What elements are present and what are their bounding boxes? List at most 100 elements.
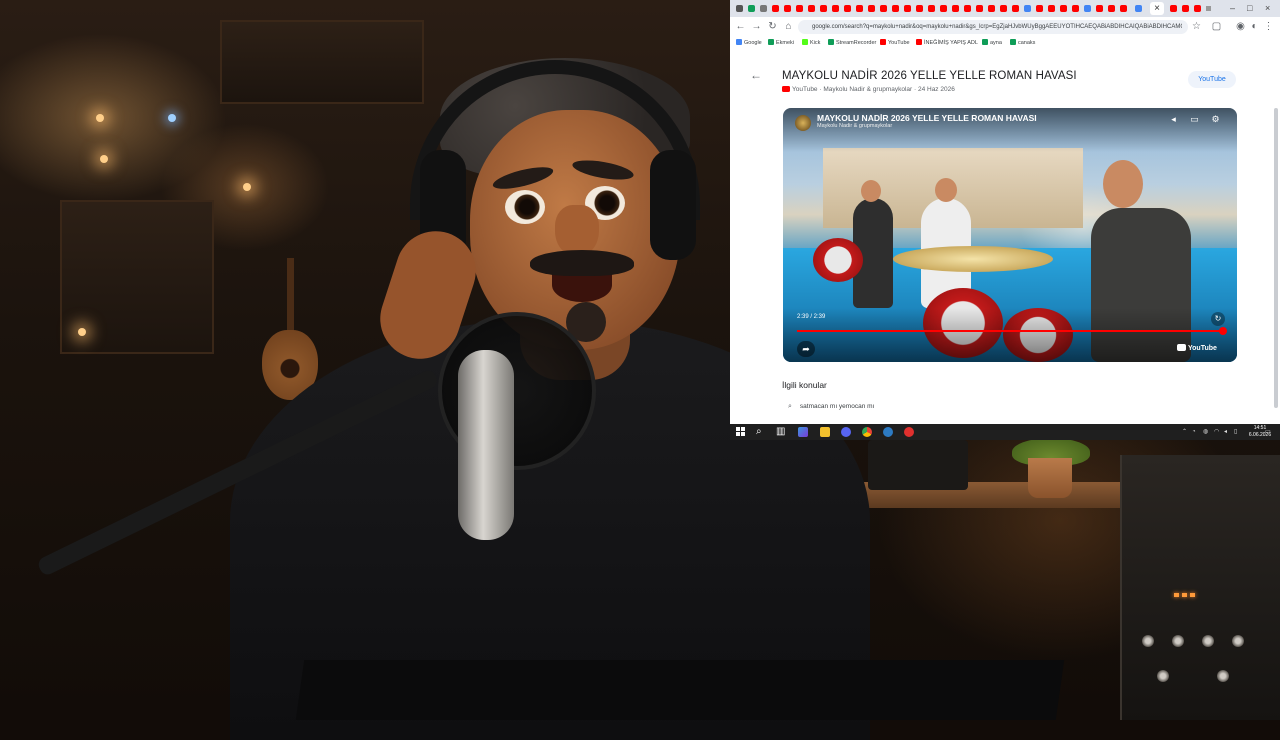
tab[interactable] — [1120, 5, 1127, 12]
close-window-button[interactable]: × — [1265, 2, 1270, 15]
tab[interactable] — [808, 5, 815, 12]
video-player[interactable]: MAYKOLU NADİR 2026 YELLE YELLE ROMAN HAV… — [783, 108, 1237, 362]
file-explorer-icon[interactable] — [820, 427, 830, 437]
tab[interactable] — [832, 5, 839, 12]
related-heading: İlgili konular — [782, 380, 827, 390]
share-icon[interactable]: ➦ — [797, 341, 815, 357]
tab[interactable] — [1012, 5, 1019, 12]
active-tab[interactable] — [1135, 5, 1142, 12]
tab[interactable] — [748, 5, 755, 12]
tab[interactable] — [940, 5, 947, 12]
bookmark-star-icon[interactable]: ☆ — [1190, 20, 1203, 33]
video-performer-head — [1103, 160, 1143, 208]
tab[interactable] — [1108, 5, 1115, 12]
address-bar[interactable]: google.com/search?q=maykolu+nadir&oq=may… — [798, 20, 1188, 34]
channel-avatar[interactable] — [795, 115, 811, 131]
notifications-icon[interactable]: ▭ — [1265, 427, 1271, 437]
tab[interactable] — [916, 5, 923, 12]
bookmark-item[interactable]: StreamRecorder — [828, 38, 876, 48]
tray-chevron-icon[interactable]: ⌃ — [1182, 427, 1187, 437]
youtube-source-button[interactable]: YouTube — [1188, 71, 1236, 88]
tab[interactable] — [1170, 5, 1177, 12]
tab[interactable] — [1024, 5, 1031, 12]
tab[interactable] — [796, 5, 803, 12]
recorder-icon[interactable] — [904, 427, 914, 437]
tab[interactable] — [772, 5, 779, 12]
tab[interactable] — [784, 5, 791, 12]
tray-app-icon[interactable]: ◍ — [1203, 427, 1208, 437]
youtube-icon — [1177, 344, 1186, 351]
tab[interactable] — [892, 5, 899, 12]
forward-icon[interactable]: → — [750, 20, 763, 33]
menu-icon[interactable]: ⋮ — [1262, 20, 1275, 33]
new-tab-icon[interactable] — [1206, 6, 1211, 11]
video-meta: YouTube · Maykolu Nadir & grupmaykolar ·… — [782, 86, 955, 93]
sync-icon[interactable]: ◉ — [1234, 20, 1247, 33]
bookmark-item[interactable]: Google — [736, 38, 762, 48]
network-icon[interactable]: ◔ — [1192, 427, 1196, 437]
app-icon[interactable] — [883, 427, 893, 437]
tab[interactable] — [844, 5, 851, 12]
tab[interactable] — [1194, 5, 1201, 12]
tab-list-icon[interactable] — [736, 5, 743, 12]
bookmark-item[interactable]: YouTube — [880, 38, 910, 48]
tab[interactable] — [1084, 5, 1091, 12]
maximize-button[interactable]: □ — [1247, 2, 1252, 15]
tab[interactable] — [760, 5, 767, 12]
extensions-icon[interactable]: ▢ — [1210, 20, 1223, 33]
discord-icon[interactable] — [841, 427, 851, 437]
wifi-icon[interactable]: ◠ — [1214, 427, 1219, 437]
tab[interactable] — [904, 5, 911, 12]
captions-icon[interactable]: ▭ — [1189, 114, 1200, 125]
bookmark-item[interactable]: Ekmeki — [768, 38, 794, 48]
tab[interactable] — [988, 5, 995, 12]
tab[interactable] — [952, 5, 959, 12]
tab[interactable] — [1072, 5, 1079, 12]
volume-icon[interactable]: ◂ — [1224, 427, 1227, 437]
tab[interactable] — [1048, 5, 1055, 12]
search-icon[interactable]: ⌕ — [756, 425, 762, 439]
tab[interactable] — [964, 5, 971, 12]
start-button[interactable] — [736, 427, 745, 436]
reload-icon[interactable]: ↻ — [766, 20, 779, 33]
tab[interactable] — [1036, 5, 1043, 12]
tab[interactable] — [856, 5, 863, 12]
back-arrow-icon[interactable]: ← — [750, 68, 762, 82]
copilot-icon[interactable] — [798, 427, 808, 437]
bookmark-item[interactable]: Kick — [802, 38, 820, 48]
bookmark-item[interactable]: canaks — [1010, 38, 1035, 48]
tab[interactable] — [1182, 5, 1189, 12]
tab[interactable] — [880, 5, 887, 12]
page-scrollbar[interactable] — [1274, 108, 1278, 408]
tab[interactable] — [1000, 5, 1007, 12]
tab[interactable] — [976, 5, 983, 12]
related-search-item[interactable]: ⌕ satmacan mı yemocan mı — [788, 403, 874, 411]
progress-knob[interactable] — [1219, 327, 1227, 335]
minimize-button[interactable]: – — [1230, 2, 1235, 15]
bookmark-favicon — [982, 39, 988, 45]
progress-bar[interactable] — [797, 327, 1227, 335]
tab[interactable] — [928, 5, 935, 12]
tab[interactable] — [868, 5, 875, 12]
bookmark-favicon — [828, 39, 834, 45]
replay-icon[interactable]: ↻ — [1211, 312, 1225, 326]
task-view-icon[interactable]: ▥ — [776, 425, 785, 439]
back-icon[interactable]: ← — [734, 20, 747, 33]
battery-icon[interactable]: ▯ — [1234, 427, 1237, 437]
settings-gear-icon[interactable]: ⚙ — [1210, 114, 1221, 125]
home-icon[interactable]: ⌂ — [782, 20, 795, 33]
player-title[interactable]: MAYKOLU NADİR 2026 YELLE YELLE ROMAN HAV… — [817, 113, 1037, 123]
bookmark-item[interactable]: İNEĞİMİŞ YAPIŞ ADL — [916, 38, 978, 48]
tab[interactable] — [1096, 5, 1103, 12]
video-title[interactable]: MAYKOLU NADİR 2026 YELLE YELLE ROMAN HAV… — [782, 70, 1077, 82]
tab-close-icon[interactable]: × — [1150, 2, 1164, 15]
volume-icon[interactable]: ◂ — [1168, 114, 1179, 125]
chrome-icon[interactable] — [862, 427, 872, 437]
tab[interactable] — [1060, 5, 1067, 12]
player-channel[interactable]: Maykolu Nadir & grupmaykolar — [817, 123, 892, 129]
bookmark-item[interactable]: ayna — [982, 38, 1002, 48]
eye — [505, 190, 545, 224]
youtube-logo[interactable]: YouTube — [1177, 344, 1217, 352]
profile-icon[interactable]: ◐ — [1248, 20, 1261, 33]
tab[interactable] — [820, 5, 827, 12]
